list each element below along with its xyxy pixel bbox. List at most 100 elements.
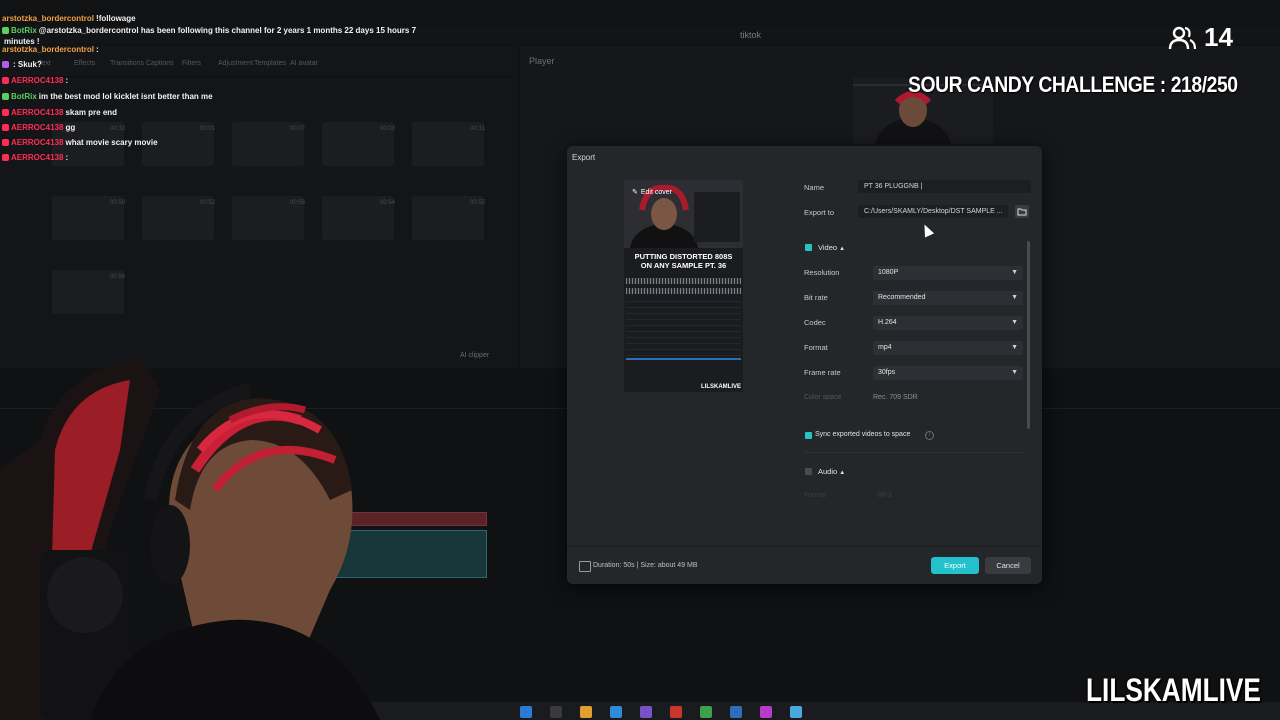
toolbar-tab[interactable]: Effects xyxy=(74,60,95,67)
cover-caption-line1: PUTTING DISTORTED 808S xyxy=(634,252,733,261)
name-input[interactable]: PT 36 PLUGGNB | xyxy=(858,180,1031,193)
edit-cover-button[interactable]: ✎ Edit cover xyxy=(632,188,672,197)
chevron-up-icon: ▲ xyxy=(839,470,846,476)
film-icon xyxy=(579,561,591,572)
browse-folder-button[interactable] xyxy=(1015,205,1029,218)
taskbar-app-icon[interactable] xyxy=(730,706,742,718)
toolbar-tab[interactable]: AI avatar xyxy=(290,60,318,67)
taskbar-app-icon[interactable] xyxy=(700,706,712,718)
chevron-up-icon: ▲ xyxy=(839,246,846,252)
thumbnail-duration: 00:55 xyxy=(470,200,486,206)
thumbnail-duration: 00:52 xyxy=(200,200,216,206)
chat-badge-icon xyxy=(2,61,9,69)
dialog-title: Export xyxy=(572,153,596,162)
taskbar-app-icon[interactable] xyxy=(640,706,652,718)
chat-badge-icon xyxy=(2,77,9,85)
thumbnail-duration: 00:50 xyxy=(110,200,126,206)
framerate-value: 30fps xyxy=(878,369,896,376)
cover-waveform xyxy=(626,278,741,284)
framerate-select[interactable]: 30fps ▼ xyxy=(873,366,1023,380)
toolbar-tab[interactable]: Captions xyxy=(146,60,174,67)
taskbar-app-icon[interactable] xyxy=(760,706,772,718)
settings-scrollbar[interactable] xyxy=(1027,241,1030,429)
toolbar-tab[interactable]: Transitions xyxy=(110,60,144,67)
cover-preview[interactable]: ✎ Edit cover PUTTING DISTORTED 808S ON A… xyxy=(624,180,743,392)
chat-badge-icon xyxy=(2,27,9,35)
name-label: Name xyxy=(804,183,825,192)
chat-message: AERROC4138 skam pre end xyxy=(2,108,117,117)
format-select[interactable]: mp4 ▼ xyxy=(873,341,1023,355)
toolbar-tab[interactable]: Filters xyxy=(182,60,201,67)
player-label: Player xyxy=(529,56,555,66)
chat-message: AERROC4138: xyxy=(2,153,68,162)
codec-select[interactable]: H.264 ▼ xyxy=(873,316,1023,330)
app-title: tiktok xyxy=(740,30,762,40)
chat-username: BotRix xyxy=(11,92,37,101)
audio-section-header[interactable]: Audio ▲ xyxy=(818,467,845,476)
chat-badge-icon xyxy=(2,154,9,162)
sync-checkbox[interactable] xyxy=(805,432,812,439)
audio-checkbox[interactable] xyxy=(805,468,812,475)
chat-username: arstotzka_bordercontrol xyxy=(2,14,95,23)
chat-text: !followage xyxy=(96,14,136,23)
chat-badge-icon xyxy=(2,109,9,117)
audio-section-label: Audio xyxy=(818,467,838,476)
ai-clipper-button[interactable]: AI clipper xyxy=(460,352,489,359)
thumbnail-duration: 00:01 xyxy=(200,126,216,132)
export-summary: Duration: 50s | Size: about 49 MB xyxy=(593,562,698,569)
format-value: mp4 xyxy=(878,344,892,351)
sync-label: Sync exported videos to space xyxy=(815,431,911,438)
taskbar-app-icon[interactable] xyxy=(520,706,532,718)
info-icon[interactable]: i xyxy=(925,431,934,440)
export-button[interactable]: Export xyxy=(931,557,979,574)
viewer-count-number: 14 xyxy=(1204,22,1233,52)
chat-text: gg xyxy=(65,123,76,132)
video-section-header[interactable]: Video ▲ xyxy=(818,243,845,252)
pencil-icon: ✎ xyxy=(632,189,638,196)
taskbar-app-icon[interactable] xyxy=(670,706,682,718)
audio-format-value: MP3 xyxy=(877,492,892,499)
chevron-down-icon: ▼ xyxy=(1011,369,1018,376)
toolbar-tab[interactable]: Adjustment xyxy=(218,60,253,67)
chat-message: BotRix @arstotzka_bordercontrol has been … xyxy=(2,26,416,35)
format-label: Format xyxy=(804,343,828,352)
taskbar-app-icon[interactable] xyxy=(610,706,622,718)
chevron-down-icon: ▼ xyxy=(1011,344,1018,351)
cover-grid xyxy=(626,296,741,356)
viewers-icon xyxy=(1168,26,1196,49)
export-path-input[interactable]: C:/Users/SKAMLY/Desktop/DST SAMPLE ... xyxy=(858,205,1008,218)
cover-brand: LILSKAMLIVE xyxy=(701,384,741,390)
challenge-banner: SOUR CANDY CHALLENGE : 218/250 xyxy=(908,72,1238,97)
codec-value: H.264 xyxy=(878,319,897,326)
taskbar-app-icon[interactable] xyxy=(790,706,802,718)
chat-text: what movie scary movie xyxy=(65,138,158,147)
cover-caption-line2: ON ANY SAMPLE PT. 36 xyxy=(640,261,727,270)
thumbnail-duration: 00:07 xyxy=(290,126,306,132)
channel-brand: LILSKAMLIVE xyxy=(1086,672,1261,708)
bitrate-select[interactable]: Recommended ▼ xyxy=(873,291,1023,305)
chat-badge-icon xyxy=(2,93,9,101)
chat-username: AERROC4138 xyxy=(11,76,64,85)
chat-message: AERROC4138 gg xyxy=(2,123,75,132)
chat-message: AERROC4138: xyxy=(2,76,68,85)
chat-message: BotRix im the best mod lol kicklet isnt b… xyxy=(2,92,213,101)
thumbnail-duration: 00:54 xyxy=(380,200,396,206)
chat-badge-icon xyxy=(2,139,9,147)
chat-text: im the best mod lol kicklet isnt better … xyxy=(38,92,213,101)
chat-text: : xyxy=(96,45,99,54)
chat-text: @arstotzka_bordercontrol has been follow… xyxy=(38,26,417,35)
resolution-select[interactable]: 1080P ▼ xyxy=(873,266,1023,280)
chevron-down-icon: ▼ xyxy=(1011,269,1018,276)
chevron-down-icon: ▼ xyxy=(1011,294,1018,301)
folder-icon xyxy=(1017,208,1027,216)
thumbnail-duration: 00:56 xyxy=(110,274,126,280)
taskbar-app-icon[interactable] xyxy=(550,706,562,718)
thumbnail-duration: 00:03 xyxy=(380,126,396,132)
audio-format-label: Format xyxy=(804,492,827,499)
video-checkbox[interactable] xyxy=(805,244,812,251)
chat-username: BotRix xyxy=(11,26,37,35)
taskbar-app-icon[interactable] xyxy=(580,706,592,718)
cancel-button[interactable]: Cancel xyxy=(985,557,1031,574)
toolbar-tab[interactable]: Templates xyxy=(254,60,286,67)
edit-cover-label: Edit cover xyxy=(640,188,672,196)
